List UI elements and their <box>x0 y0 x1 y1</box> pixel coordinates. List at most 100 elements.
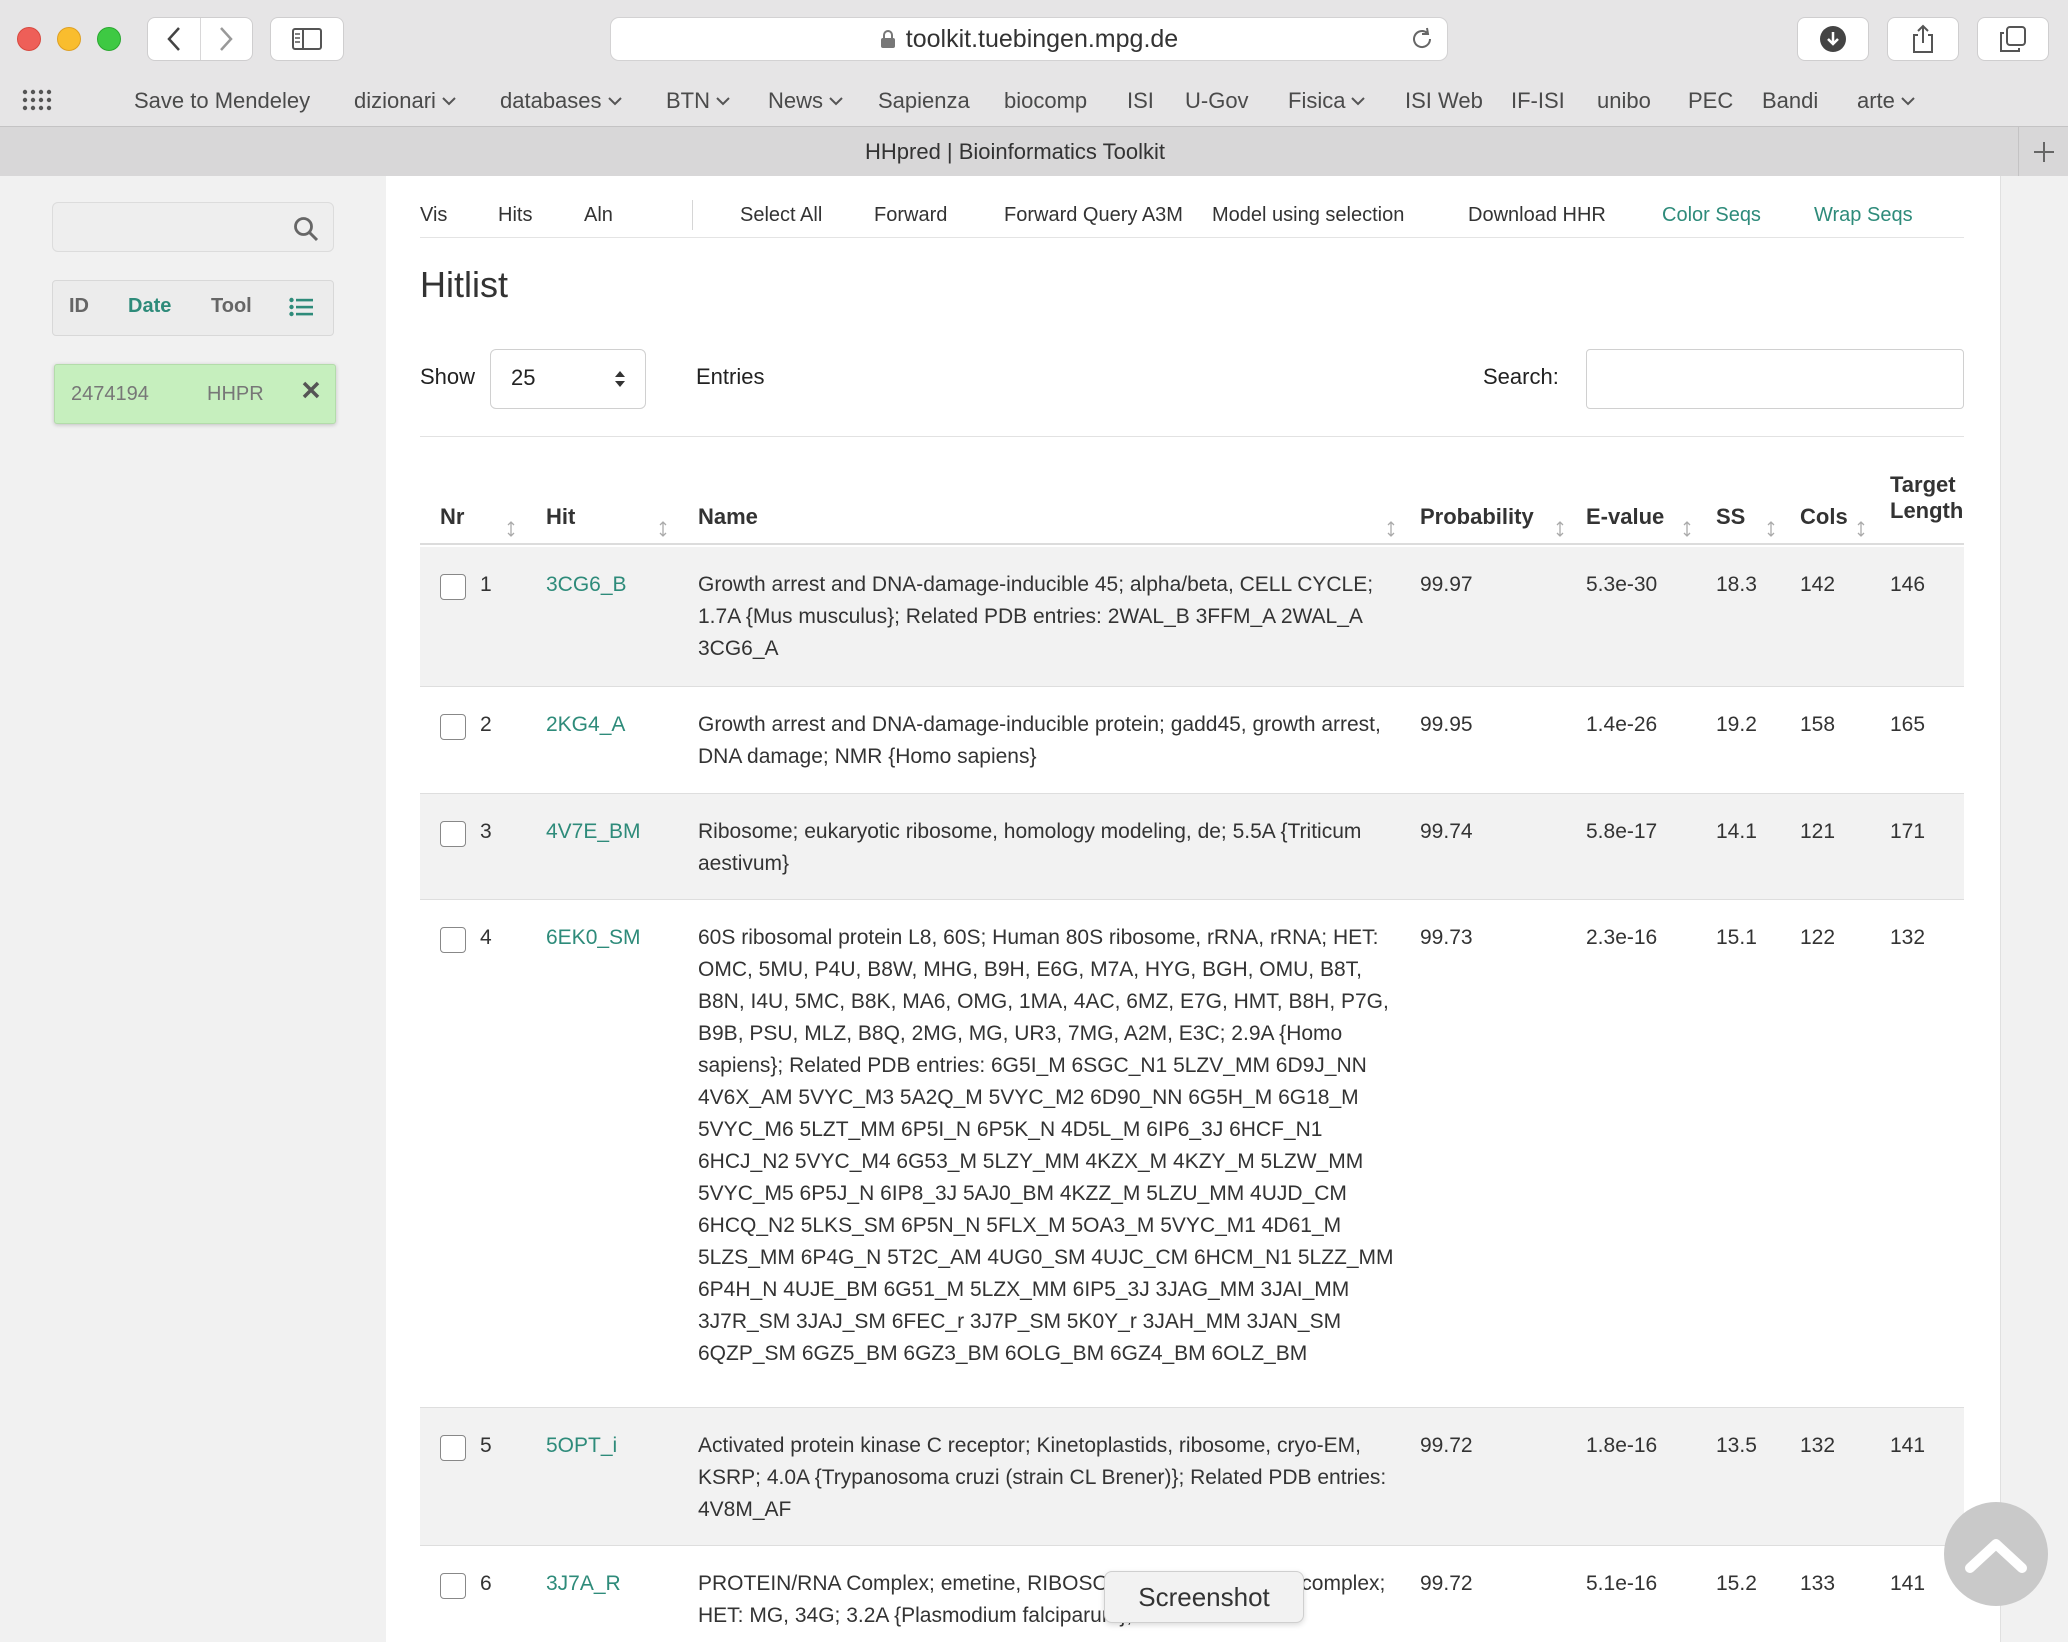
minimize-window-button[interactable] <box>57 27 81 51</box>
bookmark-unibo[interactable]: unibo <box>1597 88 1651 114</box>
bookmark-label: biocomp <box>1004 88 1088 113</box>
bookmark-label: unibo <box>1597 88 1651 113</box>
downloads-button[interactable] <box>1797 17 1869 61</box>
bookmark-label: IF-ISI <box>1511 88 1565 113</box>
delete-job-icon[interactable] <box>301 380 321 406</box>
entries-per-page-select[interactable]: 25 <box>490 349 646 409</box>
wrap-seqs-button[interactable]: Wrap Seqs <box>1814 204 1913 227</box>
model-using-selection-button[interactable]: Model using selection <box>1212 204 1404 227</box>
new-tab-button[interactable] <box>2018 127 2068 177</box>
sort-by-tool[interactable]: Tool <box>211 295 252 318</box>
table-search-input[interactable] <box>1586 349 1964 409</box>
apps-grid-icon[interactable] <box>22 89 52 117</box>
bookmark-dizionari[interactable]: dizionari <box>354 88 456 114</box>
bookmark-bandi[interactable]: Bandi <box>1762 88 1818 114</box>
sort-icon[interactable] <box>1555 517 1565 543</box>
job-search-input[interactable] <box>52 202 334 252</box>
select-all-button[interactable]: Select All <box>740 204 822 227</box>
cell-nr: 1 <box>480 573 492 596</box>
hit-link[interactable]: 2KG4_A <box>546 709 625 741</box>
chevron-down-icon <box>1351 96 1366 106</box>
row-checkbox[interactable] <box>440 1573 466 1599</box>
sort-icon[interactable] <box>1766 517 1776 543</box>
cell-probability: 99.73 <box>1420 926 1473 949</box>
reload-icon[interactable] <box>1409 26 1435 59</box>
cell-probability: 99.95 <box>1420 713 1473 736</box>
bookmark-biocomp[interactable]: biocomp <box>1004 88 1087 114</box>
share-button[interactable] <box>1887 17 1959 61</box>
sort-icon[interactable] <box>1386 517 1396 543</box>
bookmark-arte[interactable]: arte <box>1857 88 1915 114</box>
back-button[interactable] <box>148 18 200 60</box>
scroll-to-top-button[interactable] <box>1944 1502 2048 1606</box>
show-label: Show <box>420 364 476 389</box>
row-checkbox[interactable] <box>440 574 466 600</box>
download-hhr-button[interactable]: Download HHR <box>1468 204 1606 227</box>
sort-icon[interactable] <box>1856 517 1866 543</box>
row-checkbox[interactable] <box>440 821 466 847</box>
bookmark-btn[interactable]: BTN <box>666 88 730 114</box>
table-search-label: Search: <box>1483 364 1559 389</box>
sort-icon[interactable] <box>658 517 668 543</box>
sidebar-toggle-button[interactable] <box>270 17 344 61</box>
tab-vis[interactable]: Vis <box>420 204 447 227</box>
column-header-target-length[interactable]: Target Length <box>1890 472 1963 524</box>
column-header-evalue[interactable]: E-value <box>1586 504 1664 530</box>
column-header-name[interactable]: Name <box>698 504 758 530</box>
table-row: 5 5OPT_i Activated protein kinase C rece… <box>420 1408 1964 1546</box>
row-checkbox[interactable] <box>440 927 466 953</box>
hit-link[interactable]: 3CG6_B <box>546 569 627 601</box>
search-icon[interactable] <box>293 216 319 247</box>
bookmark-isi-web[interactable]: ISI Web <box>1405 88 1483 114</box>
job-list-item[interactable]: 2474194 HHPR <box>54 364 336 424</box>
header-label-line: Length <box>1890 498 1964 523</box>
list-view-icon[interactable] <box>289 297 313 323</box>
bookmark-sapienza[interactable]: Sapienza <box>878 88 970 114</box>
active-tab[interactable]: HHpred | Bioinformatics Toolkit <box>0 139 2030 165</box>
forward-query-a3m-button[interactable]: Forward Query A3M <box>1004 204 1183 227</box>
download-icon <box>1820 26 1846 52</box>
bookmark-u-gov[interactable]: U-Gov <box>1185 88 1249 114</box>
lock-icon <box>880 29 896 49</box>
bookmark-if-isi[interactable]: IF-ISI <box>1511 88 1565 114</box>
column-header-hit[interactable]: Hit <box>546 504 575 530</box>
row-checkbox[interactable] <box>440 1435 466 1461</box>
bookmark-news[interactable]: News <box>768 88 843 114</box>
column-header-cols[interactable]: Cols <box>1800 504 1848 530</box>
column-header-ss[interactable]: SS <box>1716 504 1745 530</box>
bookmark-databases[interactable]: databases <box>500 88 622 114</box>
column-header-probability[interactable]: Probability <box>1420 504 1534 530</box>
cell-probability: 99.97 <box>1420 573 1473 596</box>
bookmark-fisica[interactable]: Fisica <box>1288 88 1366 114</box>
tab-overview-button[interactable] <box>1977 17 2049 61</box>
hit-link[interactable]: 3J7A_R <box>546 1568 621 1600</box>
color-seqs-button[interactable]: Color Seqs <box>1662 204 1761 227</box>
tab-bar: HHpred | Bioinformatics Toolkit <box>0 126 2068 177</box>
tab-aln[interactable]: Aln <box>584 204 613 227</box>
row-checkbox[interactable] <box>440 714 466 740</box>
zoom-window-button[interactable] <box>97 27 121 51</box>
cell-nr: 4 <box>480 926 492 949</box>
bookmark-save-to-mendeley[interactable]: Save to Mendeley <box>134 88 310 114</box>
tab-hits[interactable]: Hits <box>498 204 532 227</box>
sort-icon[interactable] <box>506 517 516 543</box>
close-window-button[interactable] <box>17 27 41 51</box>
forward-button[interactable] <box>199 18 253 60</box>
bookmark-pec[interactable]: PEC <box>1688 88 1733 114</box>
bookmarks-bar: Save to Mendeley dizionari databases BTN… <box>0 78 2068 124</box>
address-bar[interactable]: toolkit.tuebingen.mpg.de <box>610 17 1448 61</box>
cell-target-length: 171 <box>1890 820 1926 843</box>
cell-target-length: 132 <box>1890 926 1926 949</box>
cell-evalue: 5.3e-30 <box>1586 573 1658 596</box>
cell-probability: 99.72 <box>1420 1434 1473 1457</box>
bookmark-isi[interactable]: ISI <box>1127 88 1154 114</box>
hit-link[interactable]: 5OPT_i <box>546 1430 617 1462</box>
sort-icon[interactable] <box>1682 517 1692 543</box>
sort-by-date[interactable]: Date <box>128 295 171 318</box>
hit-link[interactable]: 4V7E_BM <box>546 816 641 848</box>
column-header-nr[interactable]: Nr <box>440 504 464 530</box>
hit-link[interactable]: 6EK0_SM <box>546 922 641 954</box>
url-text: toolkit.tuebingen.mpg.de <box>905 24 1179 53</box>
forward-button[interactable]: Forward <box>874 204 947 227</box>
sort-by-id[interactable]: ID <box>69 295 89 318</box>
